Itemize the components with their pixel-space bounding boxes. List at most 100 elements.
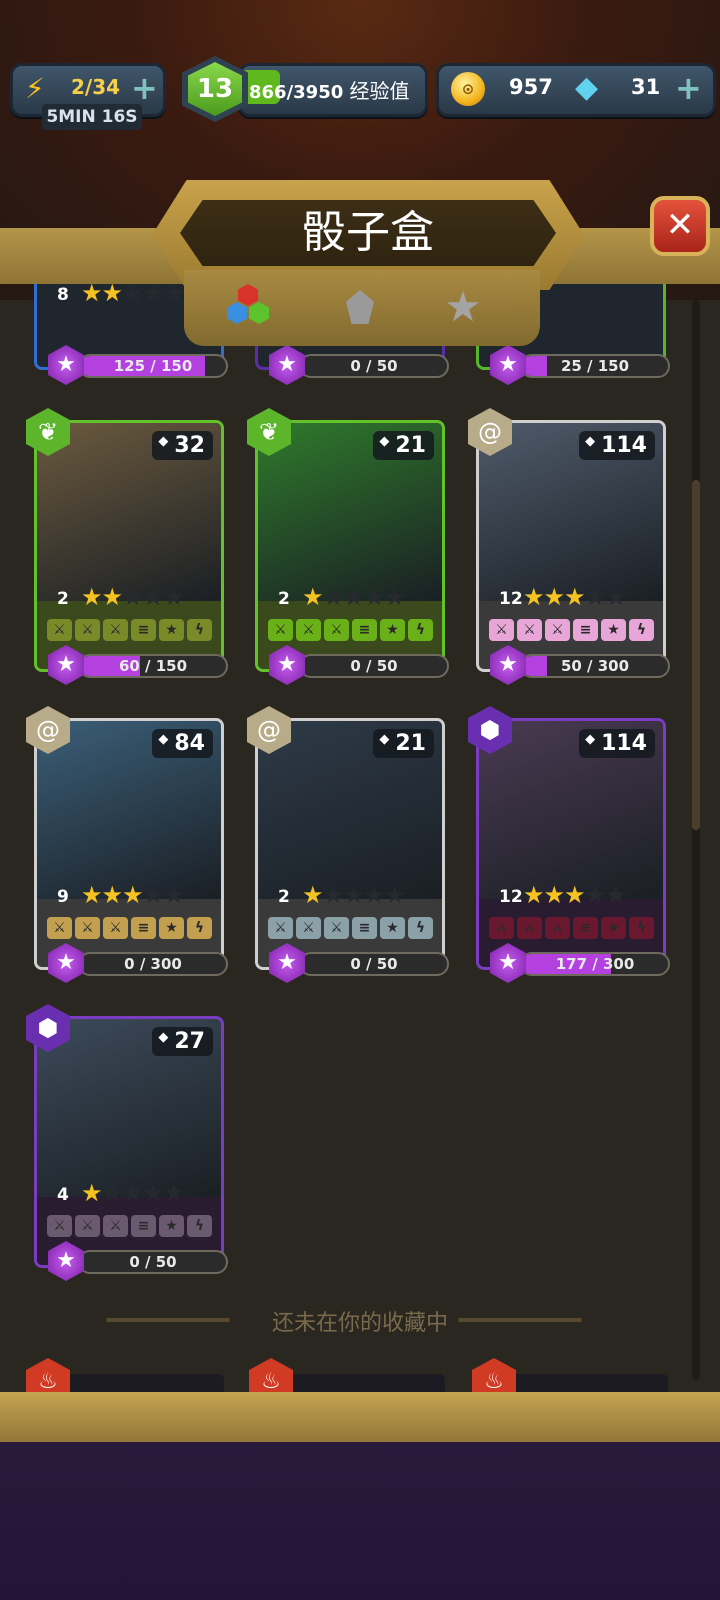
scrollbar-track[interactable]	[692, 300, 700, 1380]
card-level: 8	[57, 285, 69, 305]
dice-card[interactable]: 849★★★★★⚔⚔⚔≡★ϟ	[34, 718, 224, 970]
ability-icon: ⚔	[75, 917, 100, 939]
ability-icon: ≡	[131, 619, 156, 641]
card-abilities: ⚔ ⚔ ⚔ ≡ ★ ϟ	[489, 917, 654, 939]
card-progress-text: 0 / 300	[124, 955, 182, 973]
ability-icon: ϟ	[408, 619, 433, 641]
ability-icon: ⚔	[489, 619, 514, 641]
star-filled-icon: ★	[122, 881, 143, 909]
ability-icon: ≡	[352, 917, 377, 939]
dice-card[interactable]: 212★★★★★⚔⚔⚔≡★ϟ	[255, 420, 445, 672]
card-stars: ★★★★★	[302, 881, 406, 909]
star-empty-icon: ★	[363, 583, 385, 611]
card-progress-bar: 50 / 300	[520, 654, 670, 678]
card-progress-bar: 177 / 300	[520, 952, 670, 976]
star-filled-icon: ★	[101, 583, 123, 611]
card-progress-text: 177 / 300	[555, 955, 635, 973]
dice-card[interactable]: 11412★★★★★⚔⚔⚔≡★ϟ	[476, 718, 666, 970]
card-abilities: ⚔ ⚔ ⚔ ≡ ★ ϟ	[268, 917, 433, 939]
ability-icon: ★	[159, 619, 184, 641]
xp-panel: 866/3950 经验值	[238, 63, 428, 117]
ability-icon: ⚔	[268, 917, 293, 939]
card-progress-text: 60 / 150	[118, 657, 188, 675]
gem-value: 31	[631, 75, 661, 99]
star-empty-icon: ★	[163, 1179, 184, 1207]
card-count: 27	[152, 1027, 213, 1056]
bottom-wood-bar	[0, 1392, 720, 1442]
close-button[interactable]: ✕	[650, 196, 710, 256]
star-filled-icon: ★	[81, 583, 102, 611]
currency-panel[interactable]: ⊙ 957 ◆ 31 +	[436, 63, 716, 117]
energy-timer: 5MIN 16S	[42, 104, 142, 130]
star-filled-icon: ★	[81, 881, 102, 909]
card-stars: ★★★★★	[81, 881, 185, 909]
ability-icon: ϟ	[629, 619, 654, 641]
star-filled-icon: ★	[302, 881, 323, 909]
ability-icon: ★	[159, 1215, 184, 1237]
filter-stars-button[interactable]: ★	[440, 284, 486, 330]
ability-icon: ϟ	[187, 1215, 212, 1237]
card-count: 21	[373, 431, 434, 460]
card-count: 21	[373, 729, 434, 758]
background-bottom	[0, 1430, 720, 1600]
card-progress-text: 0 / 50	[129, 1253, 177, 1271]
card-progress-bar: 0 / 50	[78, 1250, 228, 1274]
card-progress-bar: 0 / 50	[299, 952, 449, 976]
card-count: 114	[579, 431, 655, 460]
card-count: 84	[152, 729, 213, 758]
star-empty-icon: ★	[605, 881, 626, 909]
card-progress-bar: 0 / 300	[78, 952, 228, 976]
card-abilities: ⚔ ⚔ ⚔ ≡ ★ ϟ	[489, 619, 654, 641]
ability-icon: ⚔	[296, 619, 321, 641]
star-empty-icon: ★	[343, 583, 364, 611]
star-filled-icon: ★	[81, 1179, 102, 1207]
star-empty-icon: ★	[584, 881, 606, 909]
card-level: 9	[57, 887, 69, 907]
star-empty-icon: ★	[605, 583, 626, 611]
star-filled-icon: ★	[523, 583, 544, 611]
ability-icon: ⚔	[103, 1215, 128, 1237]
card-progress-text: 25 / 150	[560, 357, 630, 375]
star-filled-icon: ★	[564, 583, 585, 611]
star-empty-icon: ★	[163, 881, 184, 909]
dice-card[interactable]: 274★★★★★⚔⚔⚔≡★ϟ	[34, 1016, 224, 1268]
card-progress-bar: 125 / 150	[78, 354, 228, 378]
add-gems-button[interactable]: +	[675, 70, 702, 106]
xp-label: 经验值	[349, 79, 410, 103]
add-energy-button[interactable]: +	[131, 70, 158, 106]
card-progress-bar: 0 / 50	[299, 354, 449, 378]
star-filled-icon: ★	[302, 583, 323, 611]
ability-icon: ⚔	[268, 619, 293, 641]
dice-card[interactable]: 322★★★★★⚔⚔⚔≡★ϟ	[34, 420, 224, 672]
ability-icon: ≡	[573, 917, 598, 939]
dice-card[interactable]: 11412★★★★★⚔⚔⚔≡★ϟ	[476, 420, 666, 672]
star-empty-icon: ★	[322, 881, 344, 909]
ability-icon: ≡	[131, 1215, 156, 1237]
ability-icon: ϟ	[408, 917, 433, 939]
card-level: 2	[57, 589, 69, 609]
ability-icon: ★	[380, 917, 405, 939]
ability-icon: ⚔	[47, 619, 72, 641]
card-level: 12	[499, 887, 523, 907]
card-count: 32	[152, 431, 213, 460]
filter-rarity-button[interactable]	[336, 284, 382, 330]
lightning-icon: ⚡	[25, 72, 45, 105]
card-progress-text: 0 / 50	[350, 657, 398, 675]
scrollbar-thumb[interactable]	[692, 480, 700, 830]
dice-card[interactable]: 212★★★★★⚔⚔⚔≡★ϟ	[255, 718, 445, 970]
card-progress-bar: 25 / 150	[520, 354, 670, 378]
ability-icon: ⚔	[517, 619, 542, 641]
ability-icon: ★	[159, 917, 184, 939]
star-empty-icon: ★	[584, 583, 606, 611]
coin-icon: ⊙	[451, 72, 485, 106]
card-progress-bar: 0 / 50	[299, 654, 449, 678]
card-stars: ★★★★★	[81, 1179, 185, 1207]
ability-icon: ⚔	[47, 1215, 72, 1237]
card-level: 4	[57, 1185, 69, 1205]
star-empty-icon: ★	[101, 1179, 123, 1207]
ability-icon: ⚔	[545, 619, 570, 641]
filter-element-button[interactable]	[225, 284, 271, 330]
ability-icon: ⚔	[324, 917, 349, 939]
xp-value: 866/3950	[249, 82, 344, 103]
star-filled-icon: ★	[543, 583, 565, 611]
